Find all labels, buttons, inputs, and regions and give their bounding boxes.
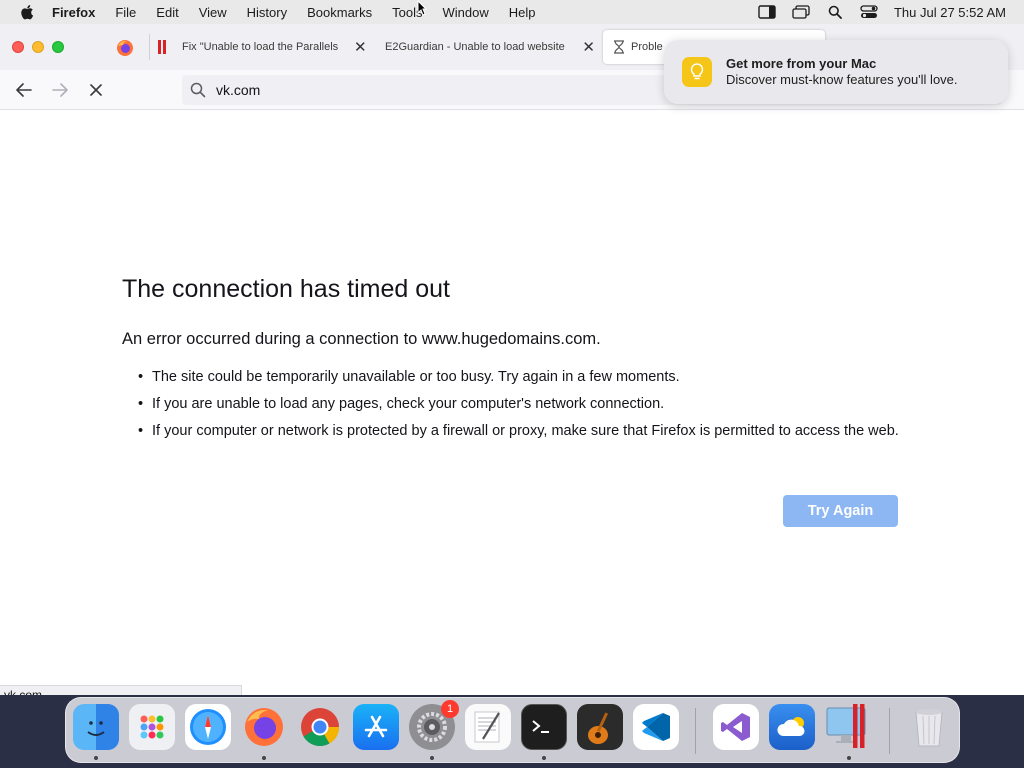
lightbulb-icon xyxy=(682,57,712,87)
trash-icon[interactable] xyxy=(906,704,952,750)
running-indicator xyxy=(847,756,851,760)
garageband-icon[interactable] xyxy=(577,704,623,750)
window-minimize-button[interactable] xyxy=(32,41,44,53)
hourglass-icon xyxy=(613,40,625,54)
error-suggestions-list: The site could be temporarily unavailabl… xyxy=(136,368,906,449)
dock: 1 xyxy=(65,697,960,763)
running-indicator xyxy=(542,756,546,760)
back-button[interactable] xyxy=(12,78,36,102)
visual-studio-icon[interactable] xyxy=(713,704,759,750)
try-again-button[interactable]: Try Again xyxy=(783,495,898,527)
menu-history[interactable]: History xyxy=(247,5,287,20)
notification-text: Get more from your Mac Discover must-kno… xyxy=(726,56,958,88)
safari-icon[interactable] xyxy=(185,704,231,750)
menu-view[interactable]: View xyxy=(199,5,227,20)
finder-icon[interactable] xyxy=(73,704,119,750)
running-indicator xyxy=(430,756,434,760)
menu-app-firefox[interactable]: Firefox xyxy=(52,5,95,20)
vscode-icon[interactable] xyxy=(633,704,679,750)
list-item: If you are unable to load any pages, che… xyxy=(136,395,906,414)
chrome-icon[interactable] xyxy=(297,704,343,750)
tab-separator xyxy=(149,34,150,60)
notification-title: Get more from your Mac xyxy=(726,56,877,71)
cloud-app-icon[interactable] xyxy=(769,704,815,750)
firefox-view-icon[interactable] xyxy=(116,39,134,57)
list-item: If your computer or network is protected… xyxy=(136,422,906,441)
search-icon xyxy=(190,82,206,98)
browser-window: Fix "Unable to load the Parallels ✕ E2Gu… xyxy=(0,24,1024,695)
apple-icon[interactable] xyxy=(18,3,36,21)
tab-close-icon[interactable]: ✕ xyxy=(354,38,367,56)
menu-window[interactable]: Window xyxy=(443,5,489,20)
menu-bar: Firefox File Edit View History Bookmarks… xyxy=(0,0,1024,24)
error-page: The connection has timed out An error oc… xyxy=(0,110,1024,695)
tab-close-icon[interactable]: ✕ xyxy=(582,38,595,56)
control-center-icon[interactable] xyxy=(860,4,878,20)
dock-separator xyxy=(889,708,890,754)
sidebar-toggle-icon[interactable] xyxy=(758,4,776,20)
stop-loading-button[interactable] xyxy=(84,78,108,102)
system-settings-icon[interactable]: 1 xyxy=(409,700,459,750)
running-indicator xyxy=(94,756,98,760)
tab-e2guardian[interactable]: E2Guardian - Unable to load website ✕ xyxy=(385,30,595,64)
menu-edit[interactable]: Edit xyxy=(156,5,178,20)
launchpad-icon[interactable] xyxy=(129,704,175,750)
tab-title: E2Guardian - Unable to load website xyxy=(385,41,565,53)
window-close-button[interactable] xyxy=(12,41,24,53)
forward-button[interactable] xyxy=(48,78,72,102)
error-title: The connection has timed out xyxy=(122,275,450,303)
mouse-cursor-icon xyxy=(417,0,428,16)
notification-badge: 1 xyxy=(441,700,459,718)
notification-body: Discover must-know features you'll love. xyxy=(726,72,958,87)
parallels-icon xyxy=(158,40,168,54)
terminal-icon[interactable] xyxy=(521,704,567,750)
firefox-icon[interactable] xyxy=(241,704,287,750)
running-indicator xyxy=(262,756,266,760)
window-zoom-button[interactable] xyxy=(52,41,64,53)
status-bar-url: vk.com xyxy=(0,685,242,695)
spotlight-search-icon[interactable] xyxy=(826,4,844,20)
list-item: The site could be temporarily unavailabl… xyxy=(136,368,906,387)
tab-title: Fix "Unable to load the Parallels xyxy=(182,41,339,53)
tab-title: Proble xyxy=(631,41,663,53)
parallels-desktop-icon[interactable] xyxy=(825,704,871,750)
error-description: An error occurred during a connection to… xyxy=(122,330,601,348)
menubar-clock[interactable]: Thu Jul 27 5:52 AM xyxy=(894,5,1006,20)
menu-file[interactable]: File xyxy=(115,5,136,20)
tab-parallels-fix[interactable]: Fix "Unable to load the Parallels ✕ xyxy=(158,30,368,64)
app-store-icon[interactable] xyxy=(353,704,399,750)
dock-separator xyxy=(695,708,696,754)
windows-icon[interactable] xyxy=(792,4,810,20)
url-text[interactable]: vk.com xyxy=(216,82,260,98)
textedit-icon[interactable] xyxy=(465,704,511,750)
menu-help[interactable]: Help xyxy=(509,5,536,20)
menu-bookmarks[interactable]: Bookmarks xyxy=(307,5,372,20)
notification-banner[interactable]: Get more from your Mac Discover must-kno… xyxy=(664,40,1008,104)
